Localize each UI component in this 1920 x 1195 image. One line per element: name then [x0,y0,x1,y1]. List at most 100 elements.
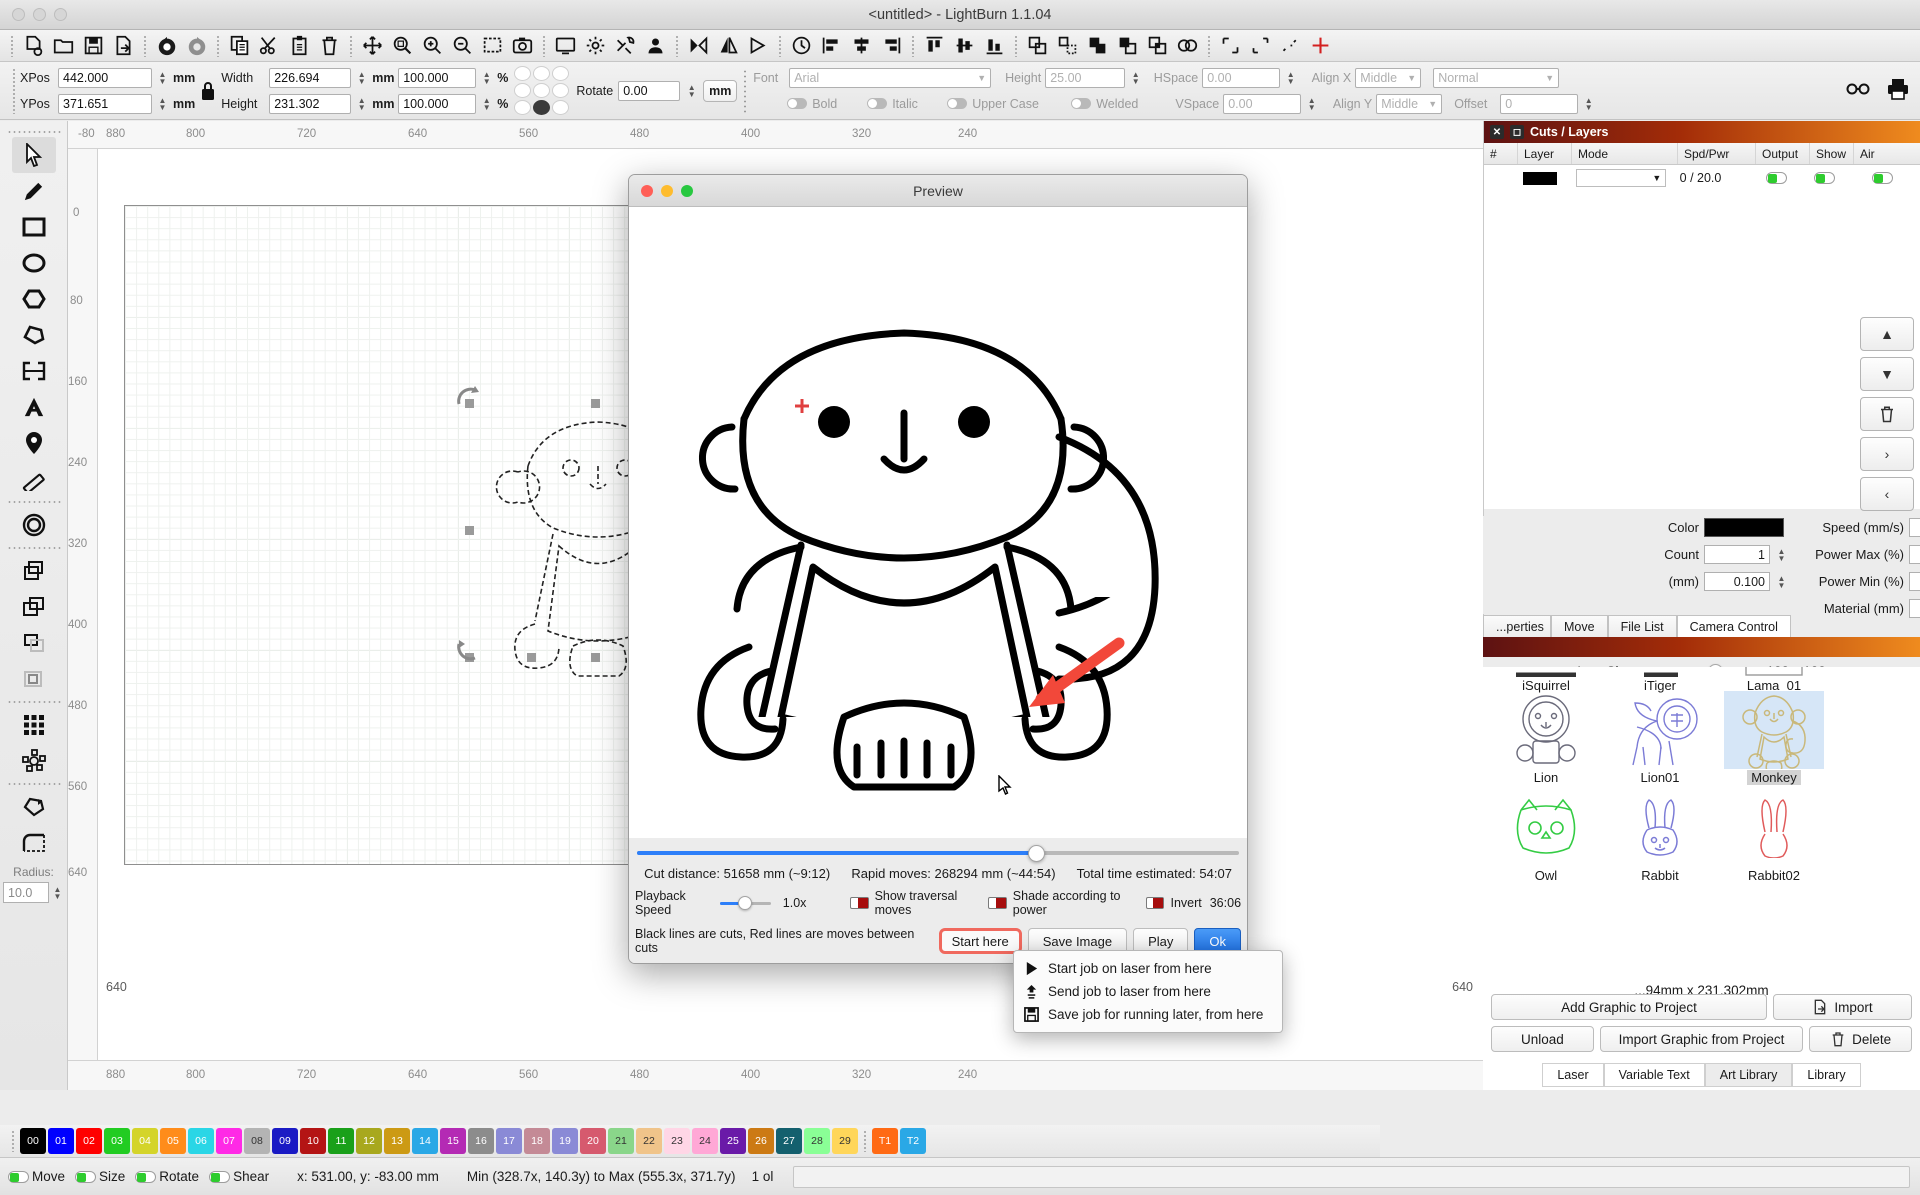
palette-color-20[interactable]: 20 [580,1128,606,1154]
palette-color-16[interactable]: 16 [468,1128,494,1154]
palette-color-05[interactable]: 05 [160,1128,186,1154]
user-icon[interactable] [641,32,670,60]
weld-icon[interactable] [1173,32,1202,60]
import-button[interactable]: Import [1773,994,1912,1020]
art-item-lion[interactable]: Lion [1489,691,1603,785]
palette-color-27[interactable]: 27 [776,1128,802,1154]
prev-layer-button[interactable]: ‹ [1860,477,1914,511]
radius-input[interactable]: 10.0 [3,882,49,903]
boolean-xor-tool[interactable] [12,661,56,697]
move-layer-down-button[interactable]: ▼ [1860,357,1914,391]
height-stepper[interactable]: ▲ ▼ [355,93,368,114]
air-toggle[interactable] [1872,172,1894,184]
pan-move-icon[interactable] [358,32,387,60]
anchor-top-right[interactable] [552,65,570,81]
align-right-icon[interactable] [877,32,906,60]
selection-handle[interactable] [527,653,536,662]
tab-move[interactable]: Move [1551,615,1608,637]
height-percent-stepper[interactable]: ▲ ▼ [480,93,493,114]
alignx-select[interactable]: Middle ▼ [1355,67,1422,88]
preview-progress-row[interactable] [635,842,1241,862]
welded-toggle[interactable] [1071,98,1092,109]
width-input[interactable]: 226.694 [269,67,352,88]
zoom-fit-icon[interactable] [388,32,417,60]
anchor-middle-left[interactable] [514,82,532,98]
menu-item-send-job-to-laser[interactable]: Send job to laser from here [1014,980,1282,1003]
settings-wrench-icon[interactable] [581,32,610,60]
ungroup-icon[interactable] [1053,32,1082,60]
align-top-icon[interactable] [920,32,949,60]
layer-color-swatch[interactable] [1523,171,1558,185]
text-height-input[interactable]: 25.00 [1045,67,1126,88]
table-row[interactable]: ▼ 0 / 20.0 [1484,165,1920,191]
shear-toggle[interactable] [209,1170,231,1183]
camera-capture-icon[interactable] [508,32,537,60]
bracket-tool[interactable] [12,353,56,389]
align-middle-icon[interactable] [950,32,979,60]
playback-speed-knob[interactable] [738,896,753,910]
output-toggle[interactable] [1765,172,1787,184]
count-stepper[interactable]: ▲ ▼ [1775,544,1788,565]
art-thumbnail[interactable] [1610,691,1710,769]
rotate-unit-button[interactable]: mm [703,79,738,102]
copy-icon[interactable] [225,32,254,60]
art-item-lama01[interactable]: Lama_01 [1717,667,1831,693]
tools-icon[interactable] [611,32,640,60]
art-thumbnail[interactable] [1724,691,1824,769]
anchor-point-selector[interactable] [514,65,570,116]
art-item-isquirrel[interactable]: iSquirrel [1489,667,1603,693]
preview-canvas[interactable] [629,207,1247,838]
import-graphic-from-project-button[interactable]: Import Graphic from Project [1599,1026,1804,1052]
shear-status-toggle[interactable]: Shear [209,1169,269,1184]
rotate-status-toggle[interactable]: Rotate [135,1169,199,1184]
art-thumbnail[interactable] [1496,789,1596,867]
add-graphic-to-project-button[interactable]: Add Graphic to Project [1491,994,1767,1020]
interval-stepper[interactable]: ▲ ▼ [1775,571,1788,592]
close-icon[interactable]: ✕ [1490,125,1504,139]
power-min-input[interactable]: 20.00 [1909,572,1920,591]
bold-checkbox[interactable]: Bold [787,97,863,111]
trace-image-tool[interactable] [12,789,56,825]
boolean-union-tool[interactable] [12,553,56,589]
show-traversal-moves-toggle[interactable] [849,897,869,909]
show-toggle[interactable] [1813,172,1835,184]
tab-properties[interactable]: ...perties [1483,615,1551,637]
uppercase-checkbox[interactable]: Upper Case [947,97,1067,111]
palette-color-04[interactable]: 04 [132,1128,158,1154]
art-item-rabbit02[interactable]: Rabbit02 [1717,789,1831,883]
align-center-h-icon[interactable] [847,32,876,60]
art-thumbnail[interactable] [1724,789,1824,867]
palette-color-17[interactable]: 17 [496,1128,522,1154]
xpos-stepper[interactable]: ▲ ▼ [156,67,169,88]
power-max-input[interactable]: 20.00 [1909,545,1920,564]
anchor-top-center[interactable] [533,65,551,81]
boolean-intersect-icon[interactable] [1143,32,1172,60]
anchor-top-left[interactable] [514,65,532,81]
rotate-handle-top-left[interactable] [455,384,481,410]
ypos-stepper[interactable]: ▲ ▼ [156,93,169,114]
zoom-in-icon[interactable] [418,32,447,60]
offset-icon[interactable] [1246,32,1275,60]
close-path-icon[interactable] [1276,32,1305,60]
selection-handle[interactable] [591,653,600,662]
palette-color-18[interactable]: 18 [524,1128,550,1154]
width-percent-stepper[interactable]: ▲ ▼ [480,67,493,88]
palette-color-07[interactable]: 07 [216,1128,242,1154]
circular-array-tool[interactable] [12,743,56,779]
palette-color-29[interactable]: 29 [832,1128,858,1154]
next-layer-button[interactable]: › [1860,437,1914,471]
text-height-stepper[interactable]: ▲ ▼ [1129,67,1142,88]
open-folder-icon[interactable] [49,32,78,60]
playback-speed-slider[interactable] [720,896,771,910]
palette-color-14[interactable]: 14 [412,1128,438,1154]
art-thumbnail[interactable] [1496,691,1596,769]
tab-file-list[interactable]: File List [1607,615,1677,637]
palette-color-13[interactable]: 13 [384,1128,410,1154]
vspace-stepper[interactable]: ▲ ▼ [1305,93,1318,114]
print-icon[interactable] [1886,78,1910,103]
anchor-bottom-left[interactable] [514,99,532,115]
redo-icon[interactable] [182,32,211,60]
delete-trash-icon[interactable] [315,32,344,60]
paste-icon[interactable] [285,32,314,60]
delete-layer-button[interactable] [1860,397,1914,431]
